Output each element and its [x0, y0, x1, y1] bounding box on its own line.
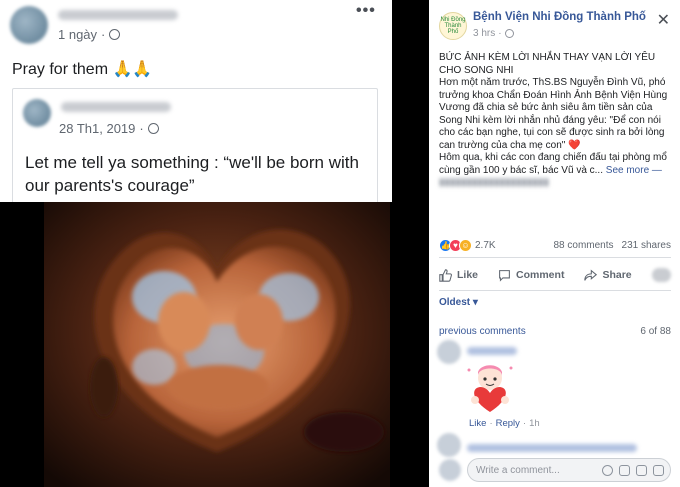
globe-icon — [109, 29, 121, 40]
reaction-count[interactable]: 2.7K — [475, 240, 496, 251]
page-avatar[interactable]: Nhi Đồng Thành Phố — [439, 12, 467, 40]
reactions-bar: 👍 ♥ ☺ 2.7K 88 comments 231 shares — [439, 237, 671, 253]
commenter-name[interactable] — [467, 444, 637, 452]
comment-button[interactable]: Comment — [498, 269, 564, 282]
quoted-time[interactable]: 28 Th1, 2019 — [59, 121, 135, 136]
commenter-name[interactable] — [467, 347, 517, 355]
commenter-avatar[interactable] — [437, 433, 461, 457]
share-icon — [584, 268, 598, 281]
post-actions: Like Comment Share — [439, 262, 671, 288]
globe-icon — [504, 29, 514, 38]
ultrasound-image[interactable] — [44, 202, 390, 487]
comments-count[interactable]: 88 comments — [553, 240, 613, 251]
like-button[interactable]: Like — [439, 268, 478, 282]
post-headline: BỨC ẢNH KÈM LỜI NHẮN THAY VẠN LỜI YÊU CH… — [439, 52, 656, 76]
share-button[interactable]: Share — [584, 268, 632, 282]
post-time[interactable]: 1 ngày — [58, 27, 97, 42]
comment-icon — [499, 269, 510, 282]
comment-like-button[interactable]: Like — [469, 418, 486, 429]
thumbs-up-icon — [439, 268, 452, 282]
post-body: BỨC ẢNH KÈM LỜI NHẮN THAY VẠN LỜI YÊU CH… — [439, 52, 671, 190]
heart-sticker — [467, 365, 513, 412]
viewer-avatar[interactable] — [439, 459, 461, 481]
see-more-link[interactable]: See more — — [606, 165, 662, 176]
comment-time[interactable]: 1h — [529, 418, 540, 429]
emoji-icon[interactable] — [602, 464, 613, 476]
quoted-author-name[interactable] — [61, 102, 171, 112]
more-options-icon[interactable]: ••• — [356, 2, 376, 20]
comment-actions: Like · Reply · 1h — [469, 418, 540, 429]
right-panel: Nhi Đồng Thành Phố Bệnh Viện Nhi Đồng Th… — [429, 0, 680, 487]
post-paragraph-1: Hơn một năm trước, ThS.BS Nguyễn Đình Vũ… — [439, 77, 668, 151]
shared-post-card: 1 ngày · ••• Pray for them 🙏🙏 28 Th1, 20… — [0, 0, 392, 202]
left-panel: 1 ngày · ••• Pray for them 🙏🙏 28 Th1, 20… — [0, 0, 392, 487]
care-reaction-icon[interactable]: ☺ — [459, 238, 472, 252]
globe-icon — [147, 123, 159, 134]
quoted-author-avatar[interactable] — [23, 99, 51, 127]
page-name[interactable]: Bệnh Viện Nhi Đồng Thành Phố — [473, 11, 646, 23]
sharer-avatar[interactable] — [10, 6, 48, 44]
sticker-icon[interactable] — [653, 464, 664, 476]
gif-icon[interactable] — [636, 464, 647, 476]
comment-reply-button[interactable]: Reply — [496, 418, 520, 429]
post-time: 3 hrs · — [473, 28, 514, 39]
post-meta: 1 ngày · — [58, 27, 121, 42]
quoted-post[interactable]: 28 Th1, 2019 · Let me tell ya something … — [12, 88, 378, 202]
shares-count[interactable]: 231 shares — [622, 240, 671, 251]
view-previous-comments: previous comments 6 of 88 — [439, 326, 671, 337]
divider — [439, 290, 671, 291]
divider — [439, 257, 671, 258]
blurred-text: ▮▮▮▮▮▮▮▮▮▮▮▮▮▮▮▮▮▮▮▮ — [439, 177, 550, 188]
camera-icon[interactable] — [619, 464, 630, 476]
quoted-text: Let me tell ya something : “we'll be bor… — [25, 153, 359, 195]
close-icon[interactable]: ✕ — [657, 10, 670, 30]
comment-position: 6 of 88 — [640, 326, 671, 337]
sort-comments-dropdown[interactable]: Oldest ▾ — [439, 297, 478, 308]
viewer-avatar[interactable] — [651, 268, 671, 282]
comment-input[interactable]: Write a comment... — [467, 458, 671, 482]
view-previous-comments-link[interactable]: previous comments — [439, 326, 526, 337]
sharer-name[interactable] — [58, 10, 178, 20]
quoted-meta: 28 Th1, 2019 · — [59, 121, 159, 136]
write-comment-row: Write a comment... — [439, 458, 671, 482]
commenter-avatar[interactable] — [437, 340, 461, 364]
post-caption: Pray for them 🙏🙏 — [12, 61, 153, 78]
